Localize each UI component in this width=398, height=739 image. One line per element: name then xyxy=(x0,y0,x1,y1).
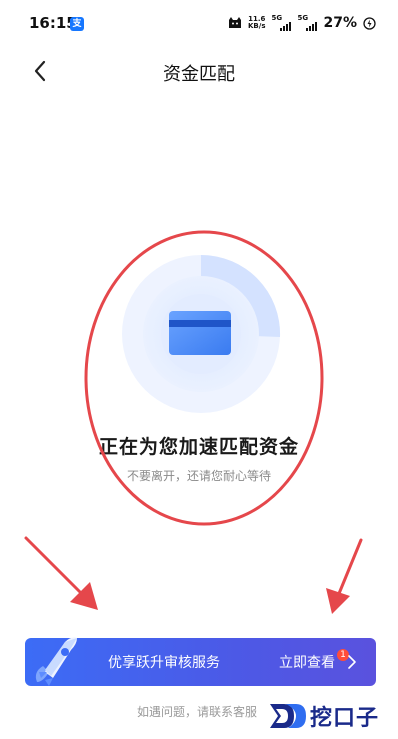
cat-icon xyxy=(229,17,241,28)
signal-bars-icon xyxy=(280,22,292,31)
upgrade-review-banner[interactable]: 优享跃升审核服务 立即查看 1 xyxy=(25,637,376,686)
signal-bars-icon xyxy=(306,22,318,31)
annotation-arrow-left xyxy=(24,536,98,610)
page-title: 资金匹配 xyxy=(163,64,235,85)
signal-label-1: 5G xyxy=(271,14,283,22)
watermark-logo-icon xyxy=(270,704,306,728)
battery-level: 27% xyxy=(323,15,357,31)
bank-card-icon xyxy=(169,311,231,355)
watermark-text: 挖口子 xyxy=(310,706,380,731)
matching-subline: 不要离开，还请您耐心等待 xyxy=(126,469,271,483)
signal-label-2: 5G xyxy=(297,14,309,22)
signal-5g-2: 5G xyxy=(297,14,318,31)
net-speed-unit: KB/s xyxy=(248,22,266,30)
view-now-link[interactable]: 立即查看 xyxy=(279,652,335,672)
watermark: 挖口子 xyxy=(266,700,379,732)
status-bar: 16:15 支 11.6 KB/s 5G 5G 27% xyxy=(0,0,398,48)
charging-battery-icon xyxy=(363,16,376,30)
signal-5g-1: 5G xyxy=(271,14,292,31)
annotation-arrow-right xyxy=(326,538,363,614)
rocket-icon xyxy=(35,637,77,686)
banner-text: 优享跃升审核服务 xyxy=(108,655,220,671)
matching-headline: 正在为您加速匹配资金 xyxy=(98,436,299,458)
chevron-right-icon xyxy=(348,655,356,669)
contact-support-link[interactable]: 如遇问题，请联系客服 xyxy=(137,703,257,720)
alipay-icon: 支 xyxy=(70,17,84,31)
net-speed: 11.6 KB/s xyxy=(248,16,265,30)
status-indicators: 11.6 KB/s 5G 5G 27% xyxy=(228,12,376,34)
